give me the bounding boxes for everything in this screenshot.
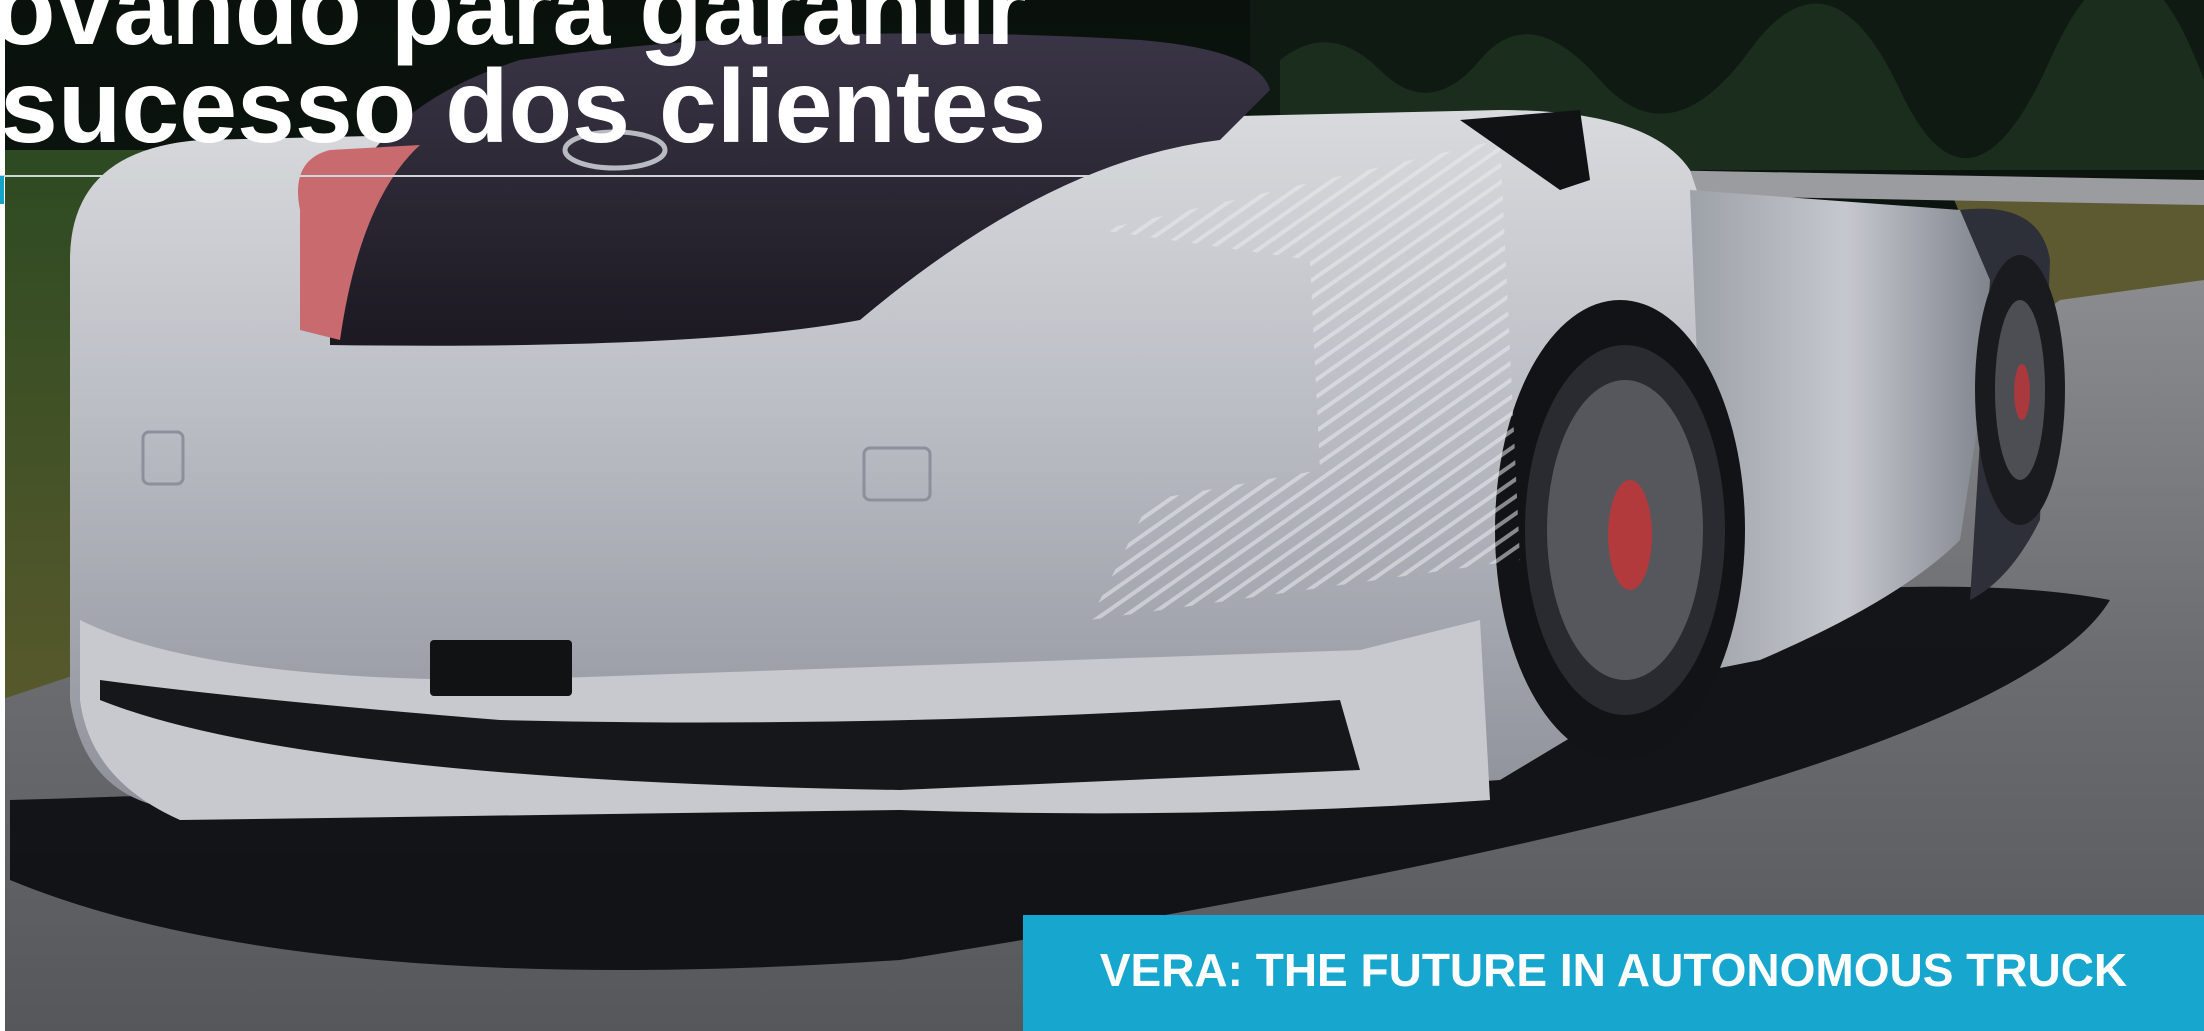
title-underline <box>0 175 1150 177</box>
caption-banner-text: VERA: THE FUTURE IN AUTONOMOUS TRUCK <box>1099 944 2128 996</box>
presentation-slide: ovando para garantir sucesso dos cliente… <box>0 0 2204 1031</box>
caption-banner: VERA: THE FUTURE IN AUTONOMOUS TRUCK <box>1023 915 2204 1031</box>
title-accent-mark <box>0 176 4 204</box>
slide-title: ovando para garantir sucesso dos cliente… <box>0 0 1047 165</box>
slide-title-line-2: sucesso dos clientes <box>0 49 1047 165</box>
